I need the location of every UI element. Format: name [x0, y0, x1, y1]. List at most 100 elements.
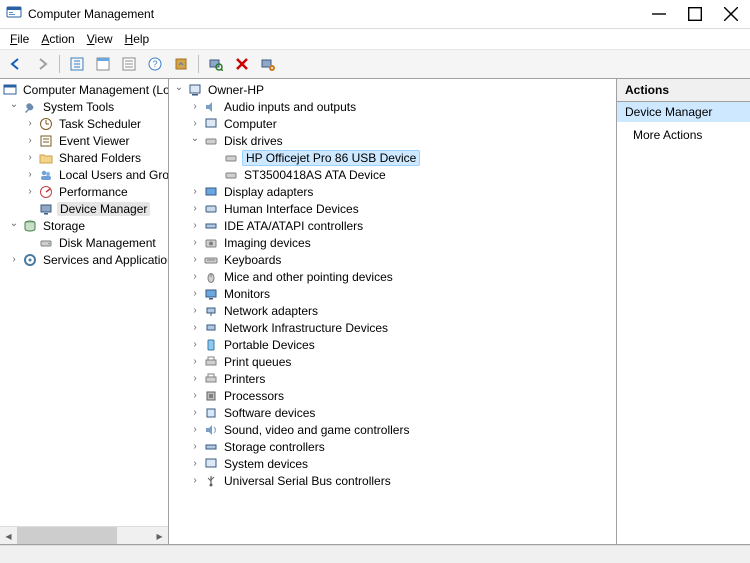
more-actions[interactable]: More Actions [617, 122, 750, 148]
tree-label: Services and Applications [41, 253, 169, 267]
expand-icon[interactable] [189, 441, 201, 453]
cat-software-devices[interactable]: Software devices [169, 404, 616, 421]
menu-help[interactable]: Help [121, 31, 154, 47]
cat-disk-drives[interactable]: Disk drives [169, 132, 616, 149]
cat-network-adapters[interactable]: Network adapters [169, 302, 616, 319]
tree-label: Monitors [222, 287, 272, 301]
tree-label: Shared Folders [57, 151, 143, 165]
horizontal-scrollbar[interactable]: ◂ ▸ [0, 526, 168, 544]
detail-view-button[interactable] [117, 52, 141, 76]
tree-performance[interactable]: Performance [0, 183, 168, 200]
tree-label: Owner-HP [206, 83, 266, 97]
expand-icon[interactable] [189, 356, 201, 368]
expand-icon[interactable] [24, 186, 36, 198]
cat-usb[interactable]: Universal Serial Bus controllers [169, 472, 616, 489]
cat-processors[interactable]: Processors [169, 387, 616, 404]
expand-icon[interactable] [189, 424, 201, 436]
cat-computer[interactable]: Computer [169, 115, 616, 132]
expand-icon[interactable] [189, 135, 201, 147]
properties-button[interactable] [91, 52, 115, 76]
expand-icon[interactable] [8, 254, 20, 266]
cat-imaging[interactable]: Imaging devices [169, 234, 616, 251]
cat-keyboards[interactable]: Keyboards [169, 251, 616, 268]
scan-hardware-button[interactable] [204, 52, 228, 76]
cat-audio[interactable]: Audio inputs and outputs [169, 98, 616, 115]
expand-icon[interactable] [24, 118, 36, 130]
cat-ide[interactable]: IDE ATA/ATAPI controllers [169, 217, 616, 234]
expand-icon[interactable] [189, 322, 201, 334]
cat-mice[interactable]: Mice and other pointing devices [169, 268, 616, 285]
expand-icon[interactable] [189, 220, 201, 232]
expand-icon[interactable] [189, 118, 201, 130]
menu-view[interactable]: View [83, 31, 117, 47]
expand-icon [209, 169, 221, 181]
expand-icon[interactable] [189, 475, 201, 487]
cat-display-adapters[interactable]: Display adapters [169, 183, 616, 200]
expand-icon[interactable] [8, 220, 20, 232]
console-tree[interactable]: Computer Management (Local System Tools … [0, 79, 168, 270]
cat-printers[interactable]: Printers [169, 370, 616, 387]
scroll-right-button[interactable]: ▸ [151, 527, 168, 544]
expand-icon[interactable] [24, 135, 36, 147]
expand-icon[interactable] [189, 101, 201, 113]
expand-icon[interactable] [189, 288, 201, 300]
tree-label: Local Users and Groups [57, 168, 169, 182]
tree-task-scheduler[interactable]: Task Scheduler [0, 115, 168, 132]
actions-category[interactable]: Device Manager [617, 102, 750, 122]
minimize-button[interactable] [652, 7, 666, 21]
tree-services-apps[interactable]: Services and Applications [0, 251, 168, 268]
expand-icon[interactable] [173, 84, 185, 96]
scroll-thumb[interactable] [17, 527, 117, 544]
expand-icon[interactable] [189, 407, 201, 419]
forward-button[interactable] [30, 52, 54, 76]
menu-action[interactable]: Action [37, 31, 78, 47]
expand-icon[interactable] [189, 305, 201, 317]
cat-network-infra[interactable]: Network Infrastructure Devices [169, 319, 616, 336]
expand-icon[interactable] [189, 186, 201, 198]
expand-icon[interactable] [24, 152, 36, 164]
expand-icon[interactable] [24, 169, 36, 181]
device-hp-officejet[interactable]: HP Officejet Pro 86 USB Device [169, 149, 616, 166]
help-button[interactable]: ? [143, 52, 167, 76]
uninstall-button[interactable] [230, 52, 254, 76]
cat-system-devices[interactable]: System devices [169, 455, 616, 472]
tree-event-viewer[interactable]: Event Viewer [0, 132, 168, 149]
cat-monitors[interactable]: Monitors [169, 285, 616, 302]
network-icon [203, 303, 219, 319]
refresh-button[interactable] [169, 52, 193, 76]
menu-file[interactable]: File [6, 31, 33, 47]
tree-storage[interactable]: Storage [0, 217, 168, 234]
tree-root-computer-management[interactable]: Computer Management (Local [0, 81, 168, 98]
cat-hid[interactable]: Human Interface Devices [169, 200, 616, 217]
tree-shared-folders[interactable]: Shared Folders [0, 149, 168, 166]
scroll-left-button[interactable]: ◂ [0, 527, 17, 544]
tree-device-manager[interactable]: Device Manager [0, 200, 168, 217]
device-root[interactable]: Owner-HP [169, 81, 616, 98]
expand-icon[interactable] [189, 458, 201, 470]
expand-icon[interactable] [189, 373, 201, 385]
tree-system-tools[interactable]: System Tools [0, 98, 168, 115]
tree-label: Storage [41, 219, 87, 233]
device-tree[interactable]: Owner-HP Audio inputs and outputs Comput… [169, 79, 616, 491]
expand-icon[interactable] [189, 271, 201, 283]
cat-print-queues[interactable]: Print queues [169, 353, 616, 370]
cat-portable[interactable]: Portable Devices [169, 336, 616, 353]
tree-disk-management[interactable]: Disk Management [0, 234, 168, 251]
maximize-button[interactable] [688, 7, 702, 21]
back-button[interactable] [4, 52, 28, 76]
tree-label: Computer Management (Local [21, 83, 169, 97]
expand-icon[interactable] [8, 101, 20, 113]
expand-icon[interactable] [189, 254, 201, 266]
expand-icon[interactable] [189, 339, 201, 351]
expand-icon[interactable] [189, 390, 201, 402]
cat-sound[interactable]: Sound, video and game controllers [169, 421, 616, 438]
drive-icon [223, 167, 239, 183]
disable-device-button[interactable] [256, 52, 280, 76]
close-button[interactable] [724, 7, 738, 21]
expand-icon[interactable] [189, 237, 201, 249]
tree-local-users[interactable]: Local Users and Groups [0, 166, 168, 183]
device-st-ata[interactable]: ST3500418AS ATA Device [169, 166, 616, 183]
show-hide-tree-button[interactable] [65, 52, 89, 76]
expand-icon[interactable] [189, 203, 201, 215]
cat-storage-controllers[interactable]: Storage controllers [169, 438, 616, 455]
